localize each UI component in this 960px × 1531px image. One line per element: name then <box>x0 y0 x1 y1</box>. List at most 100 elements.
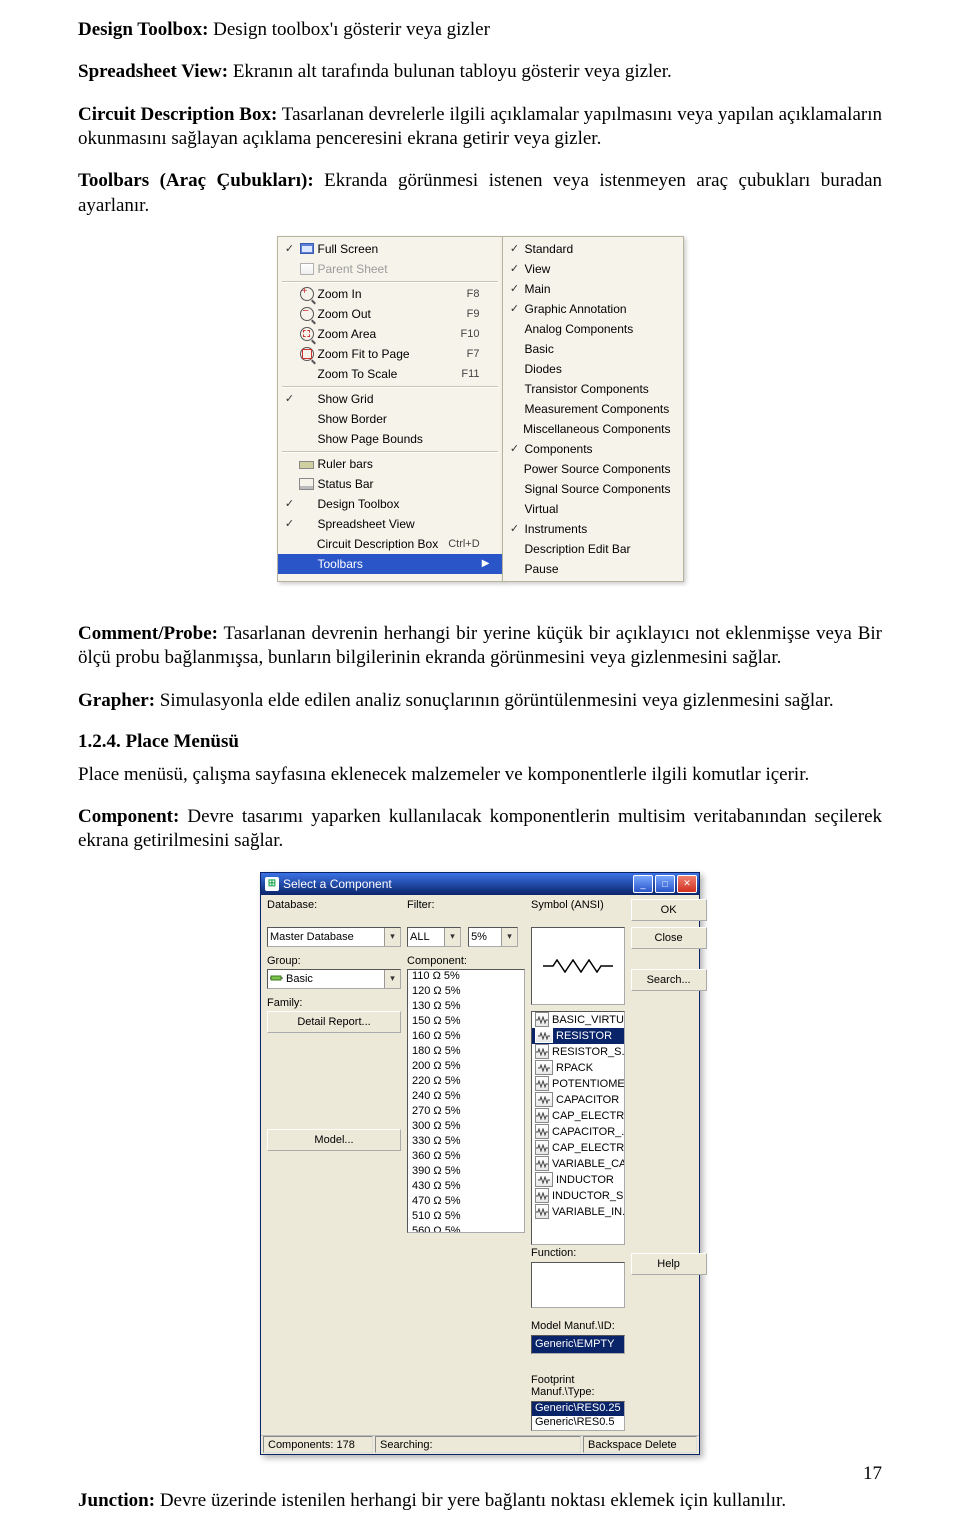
symbol-preview <box>531 927 625 1005</box>
menu-item[interactable]: Show Border <box>278 409 502 429</box>
view-menu-right-submenu: ✓Standard✓View✓Main✓Graphic AnnotationAn… <box>502 236 684 582</box>
submenu-item[interactable]: ✓Graphic Annotation <box>503 299 683 319</box>
component-item[interactable]: 240 Ω 5% <box>408 1090 524 1105</box>
label: Component: <box>78 806 179 827</box>
maximize-button[interactable]: □ <box>655 875 675 893</box>
menu-item[interactable]: ✓Show Grid <box>278 389 502 409</box>
component-item[interactable]: 330 Ω 5% <box>408 1135 524 1150</box>
ok-button[interactable]: OK <box>631 899 707 921</box>
submenu-item[interactable]: Analog Components <box>503 319 683 339</box>
menu-item[interactable]: Parent Sheet <box>278 259 502 279</box>
family-item[interactable]: CAP_ELECTR.. <box>532 1140 624 1156</box>
component-item[interactable]: 470 Ω 5% <box>408 1195 524 1210</box>
family-item[interactable]: BASIC_VIRTU.. <box>532 1012 624 1028</box>
menu-item[interactable]: Zoom OutF9 <box>278 304 502 324</box>
menu-item[interactable]: Circuit Description BoxCtrl+D <box>278 534 502 554</box>
family-item[interactable]: INDUCTOR <box>532 1172 624 1188</box>
menu-item[interactable]: Zoom AreaF10 <box>278 324 502 344</box>
component-item[interactable]: 560 Ω 5% <box>408 1225 524 1233</box>
component-item[interactable]: 160 Ω 5% <box>408 1030 524 1045</box>
menu-item[interactable]: Zoom To ScaleF11 <box>278 364 502 384</box>
menu-item[interactable]: ✓Design Toolbox <box>278 494 502 514</box>
component-item[interactable]: 430 Ω 5% <box>408 1180 524 1195</box>
blank-icon <box>297 536 315 552</box>
family-listbox[interactable]: BASIC_VIRTU..RESISTORRESISTOR_S...RPACKP… <box>531 1011 625 1245</box>
ruler-icon <box>298 456 316 472</box>
detail-report-button[interactable]: Detail Report... <box>267 1011 401 1033</box>
family-item[interactable]: RESISTOR_S... <box>532 1044 624 1060</box>
menu-item-label: Design Toolbox <box>316 497 480 511</box>
submenu-item[interactable]: Virtual <box>503 499 683 519</box>
submenu-item[interactable]: ✓Standard <box>503 239 683 259</box>
submenu-item[interactable]: Diodes <box>503 359 683 379</box>
submenu-item[interactable]: Measurement Components <box>503 399 683 419</box>
component-item[interactable]: 120 Ω 5% <box>408 985 524 1000</box>
blank-icon <box>298 496 316 512</box>
family-item[interactable]: VARIABLE_CA.. <box>532 1156 624 1172</box>
menu-item[interactable]: Toolbars▶ <box>278 554 502 574</box>
component-item[interactable]: 510 Ω 5% <box>408 1210 524 1225</box>
component-item[interactable]: 360 Ω 5% <box>408 1150 524 1165</box>
family-item[interactable]: CAP_ELECTR.. <box>532 1108 624 1124</box>
menu-item[interactable]: Status Bar <box>278 474 502 494</box>
footprint-item[interactable]: Generic\RES0.5 <box>532 1416 624 1430</box>
submenu-item[interactable]: Transistor Components <box>503 379 683 399</box>
component-item[interactable]: 390 Ω 5% <box>408 1165 524 1180</box>
component-item[interactable]: 200 Ω 5% <box>408 1060 524 1075</box>
submenu-item[interactable]: Miscellaneous Components <box>503 419 683 439</box>
menu-item[interactable]: Zoom Fit to PageF7 <box>278 344 502 364</box>
component-item[interactable]: 180 Ω 5% <box>408 1045 524 1060</box>
family-item-icon <box>535 1092 553 1107</box>
submenu-item[interactable]: Basic <box>503 339 683 359</box>
close-button[interactable]: ✕ <box>677 875 697 893</box>
footprint-item[interactable]: Generic\RES0.25 <box>532 1402 624 1416</box>
menu-item[interactable]: Show Page Bounds <box>278 429 502 449</box>
minimize-button[interactable]: _ <box>633 875 653 893</box>
manuf-field: Generic\EMPTY <box>531 1335 625 1354</box>
submenu-item[interactable]: ✓Components <box>503 439 683 459</box>
family-item[interactable]: RESISTOR <box>532 1028 624 1044</box>
component-item[interactable]: 300 Ω 5% <box>408 1120 524 1135</box>
family-item[interactable]: VARIABLE_IN.. <box>532 1204 624 1220</box>
menu-item[interactable]: Zoom InF8 <box>278 284 502 304</box>
def-design-toolbox: Design Toolbox: Design toolbox'ı gösteri… <box>78 18 882 42</box>
database-combo[interactable]: Master Database <box>267 927 401 947</box>
component-item[interactable]: 110 Ω 5% <box>408 970 524 985</box>
close-action-button[interactable]: Close <box>631 927 707 949</box>
filter-5pct-combo[interactable]: 5% <box>468 927 518 947</box>
def-grapher: Grapher: Simulasyonla elde edilen analiz… <box>78 689 882 713</box>
menu-item[interactable]: ✓Full Screen <box>278 239 502 259</box>
component-item[interactable]: 130 Ω 5% <box>408 1000 524 1015</box>
menu-accelerator: F9 <box>457 308 480 320</box>
submenu-item[interactable]: Description Edit Bar <box>503 539 683 559</box>
help-button[interactable]: Help <box>631 1253 707 1275</box>
def-circuit-description-box: Circuit Description Box: Tasarlanan devr… <box>78 103 882 152</box>
menu-item[interactable]: ✓Spreadsheet View <box>278 514 502 534</box>
family-item[interactable]: CAPACITOR_.. <box>532 1124 624 1140</box>
component-listbox[interactable]: 110 Ω 5%120 Ω 5%130 Ω 5%150 Ω 5%160 Ω 5%… <box>407 969 525 1233</box>
family-item[interactable]: INDUCTOR_S.. <box>532 1188 624 1204</box>
family-item-label: CAPACITOR <box>556 1094 619 1106</box>
family-item[interactable]: CAPACITOR <box>532 1092 624 1108</box>
submenu-item[interactable]: ✓Main <box>503 279 683 299</box>
search-button[interactable]: Search... <box>631 969 707 991</box>
submenu-item[interactable]: ✓View <box>503 259 683 279</box>
group-combo[interactable]: Basic <box>267 969 401 989</box>
submenu-item[interactable]: ✓Instruments <box>503 519 683 539</box>
component-item[interactable]: 220 Ω 5% <box>408 1075 524 1090</box>
check-icon: ✓ <box>507 302 523 315</box>
check-icon: ✓ <box>507 242 523 255</box>
submenu-item[interactable]: Signal Source Components <box>503 479 683 499</box>
menu-item[interactable]: Ruler bars <box>278 454 502 474</box>
submenu-item[interactable]: Pause <box>503 559 683 579</box>
model-button[interactable]: Model... <box>267 1129 401 1151</box>
component-item[interactable]: 270 Ω 5% <box>408 1105 524 1120</box>
submenu-item[interactable]: Power Source Components <box>503 459 683 479</box>
family-item[interactable]: POTENTIOME.. <box>532 1076 624 1092</box>
page-number: 17 <box>863 1463 882 1485</box>
menu-item-label: Parent Sheet <box>316 262 480 276</box>
filter-all-combo[interactable]: ALL <box>407 927 461 947</box>
component-item[interactable]: 150 Ω 5% <box>408 1015 524 1030</box>
footprint-listbox[interactable]: Generic\RES0.25Generic\RES0.5 <box>531 1401 625 1431</box>
family-item[interactable]: RPACK <box>532 1060 624 1076</box>
